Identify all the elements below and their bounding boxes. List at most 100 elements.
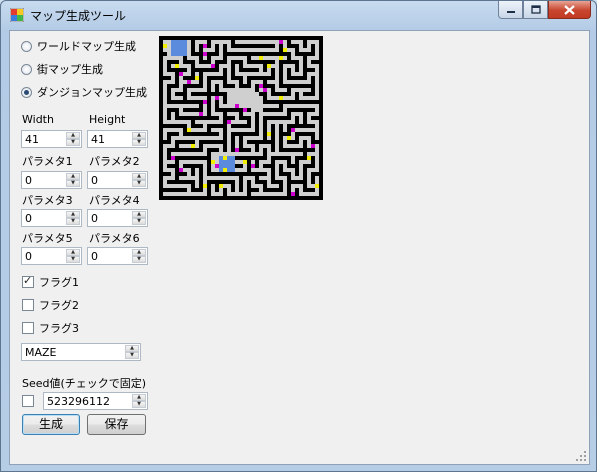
param4-stepper[interactable]: 0 ▲ ▼ [87,209,148,227]
maze-floor-cell [315,120,319,124]
maze-floor-cell [311,40,315,44]
maze-floor-cell [183,176,187,180]
algorithm-select[interactable]: MAZE ▲ ▼ [21,343,141,361]
maze-floor-cell [235,176,239,180]
maze-floor-cell [303,160,307,164]
width-stepper[interactable]: 41 ▲ ▼ [21,130,82,148]
flag3-box[interactable] [22,322,34,334]
maze-floor-cell [259,192,263,196]
param1-up-icon[interactable]: ▲ [66,173,80,180]
close-button[interactable] [548,1,591,19]
maze-floor-cell [191,80,195,84]
width-down-icon[interactable]: ▼ [66,139,80,146]
height-stepper[interactable]: 41 ▲ ▼ [87,130,148,148]
flag3-checkbox[interactable]: フラグ3 [22,320,79,336]
maze-floor-cell [267,124,271,128]
param3-stepper[interactable]: 0 ▲ ▼ [21,209,82,227]
radio-town-map-label: 街マップ生成 [37,63,103,76]
param5-up-icon[interactable]: ▲ [66,249,80,256]
algorithm-down-icon[interactable]: ▼ [125,352,139,359]
param5-stepper[interactable]: 0 ▲ ▼ [21,247,82,265]
maximize-button[interactable] [523,1,548,19]
maze-floor-cell [267,144,271,148]
minimize-button[interactable] [498,1,523,19]
radio-dungeon-map[interactable]: ダンジョンマップ生成 [21,84,147,100]
seed-input[interactable]: 523296112 ▲ ▼ [43,392,148,410]
maze-floor-cell [299,120,303,124]
maze-floor-cell [163,92,167,96]
maze-floor-cell [215,112,219,116]
maze-floor-cell [291,172,295,176]
maze-floor-cell [287,120,291,124]
app-icon [10,8,24,22]
maze-floor-cell [275,128,279,132]
maze-floor-cell [195,64,199,68]
param5-down-icon[interactable]: ▼ [66,256,80,263]
maze-floor-cell [227,40,231,44]
maze-floor-cell [307,192,311,196]
algorithm-up-icon[interactable]: ▲ [125,345,139,352]
radio-dungeon-map-indicator[interactable] [21,86,32,98]
maze-floor-cell [315,192,319,196]
title-bar[interactable]: マップ生成ツール [1,1,596,29]
param4-up-icon[interactable]: ▲ [132,211,146,218]
radio-town-map[interactable]: 街マップ生成 [21,61,103,77]
maze-floor-cell [163,64,167,68]
param6-stepper[interactable]: 0 ▲ ▼ [87,247,148,265]
maze-floor-cell [235,180,239,184]
maze-floor-cell [163,176,167,180]
maze-floor-cell [303,80,307,84]
maze-floor-cell [307,60,311,64]
flag1-checkbox[interactable]: フラグ1 [22,274,79,290]
seed-down-icon[interactable]: ▼ [132,401,146,408]
param2-stepper[interactable]: 0 ▲ ▼ [87,171,148,189]
maze-door-tile [263,88,267,92]
radio-town-map-indicator[interactable] [21,63,32,75]
maze-floor-cell [195,104,199,108]
height-down-icon[interactable]: ▼ [132,139,146,146]
param4-down-icon[interactable]: ▼ [132,218,146,225]
param2-label: パラメタ2 [89,155,140,168]
maze-floor-cell [259,160,263,164]
maze-floor-cell [219,132,223,136]
resize-grip-icon[interactable] [575,450,587,462]
maze-floor-cell [259,40,263,44]
flag2-box[interactable] [22,299,34,311]
maze-floor-cell [203,168,207,172]
generate-button[interactable]: 生成 [22,414,80,435]
param1-down-icon[interactable]: ▼ [66,180,80,187]
maze-floor-cell [163,100,167,104]
param1-stepper[interactable]: 0 ▲ ▼ [21,171,82,189]
param3-down-icon[interactable]: ▼ [66,218,80,225]
maze-floor-cell [171,56,175,60]
maze-item-tile [279,96,283,100]
maze-floor-cell [315,164,319,168]
maze-floor-cell [255,168,259,172]
save-button[interactable]: 保存 [87,414,146,435]
width-up-icon[interactable]: ▲ [66,132,80,139]
maze-floor-cell [207,136,211,140]
param2-down-icon[interactable]: ▼ [132,180,146,187]
maze-floor-cell [215,152,219,156]
radio-world-map-indicator[interactable] [21,40,32,52]
maze-floor-cell [255,80,259,84]
maze-floor-cell [267,72,271,76]
param6-down-icon[interactable]: ▼ [132,256,146,263]
radio-world-map[interactable]: ワールドマップ生成 [21,38,136,54]
seed-fixed-checkbox[interactable] [22,395,34,407]
maze-floor-cell [291,184,295,188]
flag1-box[interactable] [22,274,34,288]
maze-floor-cell [267,40,271,44]
maze-floor-cell [279,88,283,92]
height-up-icon[interactable]: ▲ [132,132,146,139]
maze-floor-cell [291,80,295,84]
flag2-checkbox[interactable]: フラグ2 [22,297,79,313]
maze-floor-cell [267,156,271,160]
param6-up-icon[interactable]: ▲ [132,249,146,256]
maze-floor-cell [283,188,287,192]
param2-up-icon[interactable]: ▲ [132,173,146,180]
maze-floor-cell [299,184,303,188]
seed-up-icon[interactable]: ▲ [132,394,146,401]
param3-up-icon[interactable]: ▲ [66,211,80,218]
maze-floor-cell [299,104,303,108]
